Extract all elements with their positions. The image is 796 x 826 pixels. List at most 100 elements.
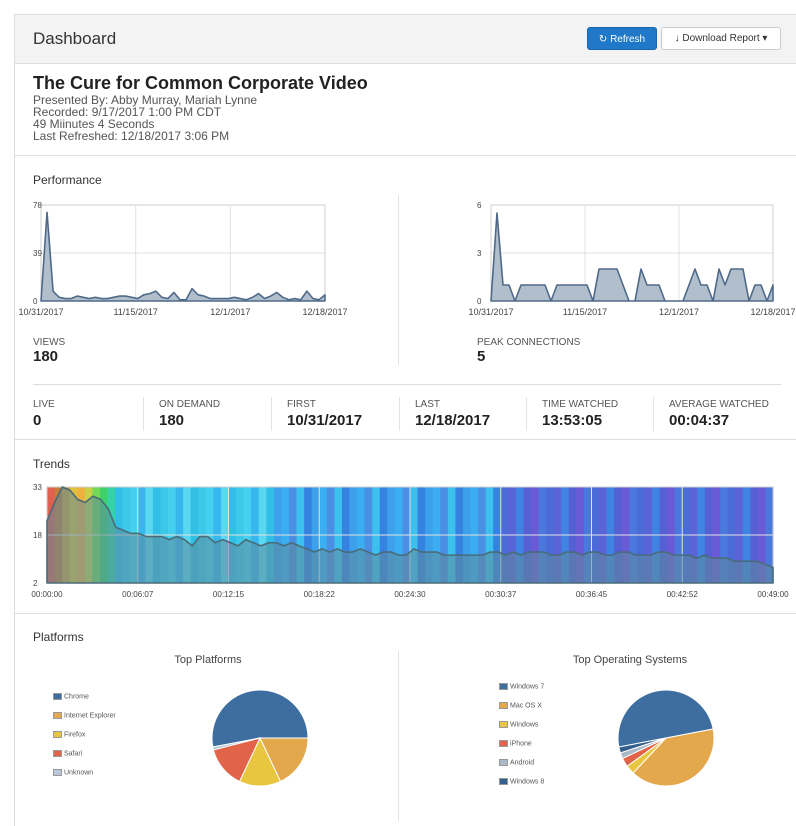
divider [398, 195, 399, 365]
platforms-title: Platforms [33, 630, 84, 644]
legend-swatch [499, 683, 508, 690]
legend-label: iPhone [510, 740, 532, 748]
divider [271, 397, 272, 431]
x-tick-label: 00:00:00 [31, 590, 63, 599]
y-tick-label: 2 [33, 579, 38, 588]
performance-title: Performance [33, 173, 102, 187]
x-tick-label: 00:18:22 [304, 590, 336, 599]
x-tick-label: 00:42:52 [667, 590, 699, 599]
legend-item: Android [499, 759, 534, 766]
x-tick-label: 12/18/2017 [750, 307, 795, 317]
legend-label: Android [510, 759, 535, 767]
views-value: 180 [33, 348, 59, 365]
divider [399, 397, 400, 431]
x-tick-label: 00:36:45 [576, 590, 608, 599]
stat-label: AVERAGE WATCHED [669, 399, 769, 410]
x-tick-label: 10/31/2017 [18, 307, 63, 317]
legend-label: Firefox [64, 731, 86, 739]
stat-live: LIVE 0 [33, 399, 55, 429]
x-tick-label: 12/1/2017 [659, 307, 699, 317]
legend-item: Firefox [53, 731, 85, 738]
stat-first: FIRST 10/31/2017 [287, 399, 362, 429]
divider [15, 155, 796, 156]
stat-value: 13:53:05 [542, 412, 603, 429]
data-series [40, 211, 326, 302]
stat-on-demand: ON DEMAND 180 [159, 399, 220, 429]
legend-label: Safari [64, 750, 83, 758]
y-tick-label: 0 [477, 297, 482, 306]
legend-label: Internet Explorer [64, 712, 116, 720]
stat-label: ON DEMAND [159, 399, 221, 410]
legend-item: Internet Explorer [53, 712, 116, 719]
x-tick-label: 00:24:30 [394, 590, 426, 599]
dashboard-panel: Dashboard ↻ Refresh ↓ Download Report ▾ … [14, 14, 796, 826]
top-os-legend: Windows 7 Mac OS X Windows iPhone Android Win… [499, 683, 589, 803]
legend-label: Windows [510, 721, 539, 729]
x-tick-label: 00:30:37 [485, 590, 517, 599]
trends-title: Trends [33, 457, 70, 471]
refresh-button[interactable]: ↻ Refresh [587, 27, 657, 50]
legend-item: Unknown [53, 769, 93, 776]
legend-item: Windows 8 [499, 778, 544, 785]
download-icon: ↓ [674, 33, 680, 44]
views-label: VIEWS [33, 337, 66, 348]
download-report-button[interactable]: ↓ Download Report ▾ [661, 27, 781, 50]
legend-label: Unknown [64, 769, 94, 777]
x-tick-label: 12/18/2017 [302, 307, 347, 317]
legend-swatch [499, 702, 508, 709]
legend-swatch [53, 731, 62, 738]
x-tick-label: 11/15/2017 [113, 307, 157, 317]
legend-item: Chrome [53, 693, 89, 700]
legend-swatch [53, 712, 62, 719]
stat-value: 0 [33, 412, 42, 429]
divider [15, 439, 796, 440]
divider [15, 613, 796, 614]
divider [526, 397, 527, 431]
dashboard-header: Dashboard ↻ Refresh ↓ Download Report ▾ [15, 15, 796, 64]
stat-average-watched: AVERAGE WATCHED 00:04:37 [669, 399, 769, 429]
peak-connections-value: 5 [477, 348, 486, 365]
x-tick-label: 00:06:07 [122, 590, 154, 599]
stat-label: TIME WATCHED [542, 399, 619, 410]
refresh-icon: ↻ [598, 34, 608, 45]
legend-swatch [53, 769, 62, 776]
top-os-title: Top Operating Systems [572, 654, 688, 666]
legend-item: Windows [499, 721, 538, 728]
event-info: The Cure for Common Corporate Video Pres… [33, 72, 368, 142]
stat-value: 00:04:37 [669, 412, 730, 429]
x-tick-label: 11/15/2017 [563, 307, 607, 317]
trends-chart: 33 18 2 00:00:00 00:06:07 00:12:15 00:18:22 00:… [31, 483, 789, 599]
y-tick-label: 3 [477, 249, 482, 258]
legend-swatch [53, 750, 62, 757]
y-tick-label: 6 [477, 201, 482, 210]
legend-swatch [499, 778, 508, 785]
stat-label: LAST [415, 399, 441, 410]
stat-time-watched: TIME WATCHED 13:53:05 [542, 399, 618, 429]
stat-value: 10/31/2017 [287, 412, 363, 429]
peak-connections-chart: 6 3 010/31/2017 11/15/2017 12/1/2017 12/18/20… [468, 201, 795, 317]
legend-swatch [499, 740, 508, 747]
legend-item: Mac OS X [499, 702, 542, 709]
divider [33, 384, 781, 385]
y-tick-label: 39 [33, 249, 42, 258]
download-label: Download Report ▾ [682, 33, 768, 44]
y-tick-label: 78 [33, 201, 42, 210]
legend-label: Mac OS X [510, 702, 542, 710]
last-refreshed: Last Refreshed: 12/18/2017 3:06 PM [33, 129, 230, 143]
stat-value: 180 [159, 412, 185, 429]
y-tick-label: 18 [33, 531, 42, 540]
refresh-label: Refresh [610, 34, 646, 45]
x-tick-label: 10/31/2017 [468, 307, 513, 317]
legend-item: Windows 7 [499, 683, 544, 690]
legend-swatch [53, 693, 62, 700]
x-tick-label: 12/1/2017 [210, 307, 250, 317]
legend-label: Windows 7 [510, 683, 545, 691]
y-tick-label: 33 [33, 483, 42, 492]
top-platforms-pie [211, 689, 309, 787]
x-tick-label: 00:49:00 [757, 590, 789, 599]
stat-label: FIRST [287, 399, 316, 410]
divider [653, 397, 654, 431]
y-tick-label: 0 [33, 297, 38, 306]
views-chart: 78 39 010/31/2017 11/15/2017 12/1/2017 12/18/… [18, 201, 347, 317]
top-platforms-legend: Chrome Internet Explorer Firefox Safari Unkn… [53, 693, 143, 793]
